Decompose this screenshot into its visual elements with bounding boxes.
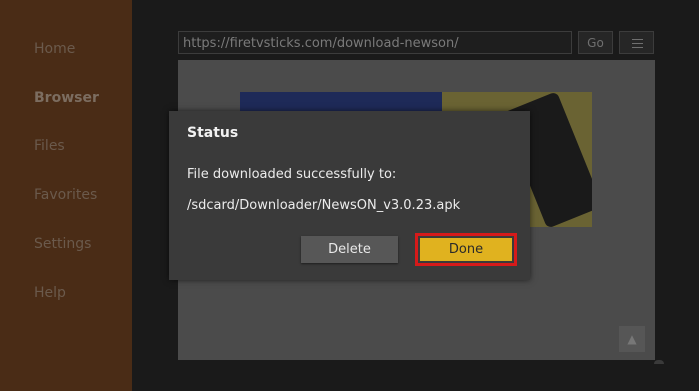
scroll-up-button[interactable]: ▲ <box>619 326 645 352</box>
done-button[interactable]: Done <box>415 233 517 266</box>
dialog-message: File downloaded successfully to: <box>187 167 397 182</box>
downloaded-file-path: /sdcard/Downloader/NewsON_v3.0.23.apk <box>187 198 461 213</box>
sidebar-item-home[interactable]: Home <box>34 41 75 57</box>
sidebar-item-settings[interactable]: Settings <box>34 236 91 252</box>
menu-button[interactable] <box>619 31 654 54</box>
sidebar-item-favorites[interactable]: Favorites <box>34 187 97 203</box>
dialog-title: Status <box>187 125 239 141</box>
sidebar-item-browser[interactable]: Browser <box>34 90 99 106</box>
sidebar-item-files[interactable]: Files <box>34 138 65 154</box>
url-input[interactable]: https://firetvsticks.com/download-newson… <box>178 31 572 54</box>
done-button-label: Done <box>420 238 512 261</box>
page-indicator <box>654 360 664 364</box>
delete-button[interactable]: Delete <box>301 236 398 263</box>
status-dialog: Status File downloaded successfully to: … <box>169 111 530 280</box>
arrow-up-icon: ▲ <box>627 332 637 346</box>
sidebar-item-help[interactable]: Help <box>34 285 66 301</box>
sidebar: Home Browser Files Favorites Settings He… <box>0 0 132 391</box>
go-button[interactable]: Go <box>578 31 613 54</box>
downloader-app: Home Browser Files Favorites Settings He… <box>0 0 699 391</box>
